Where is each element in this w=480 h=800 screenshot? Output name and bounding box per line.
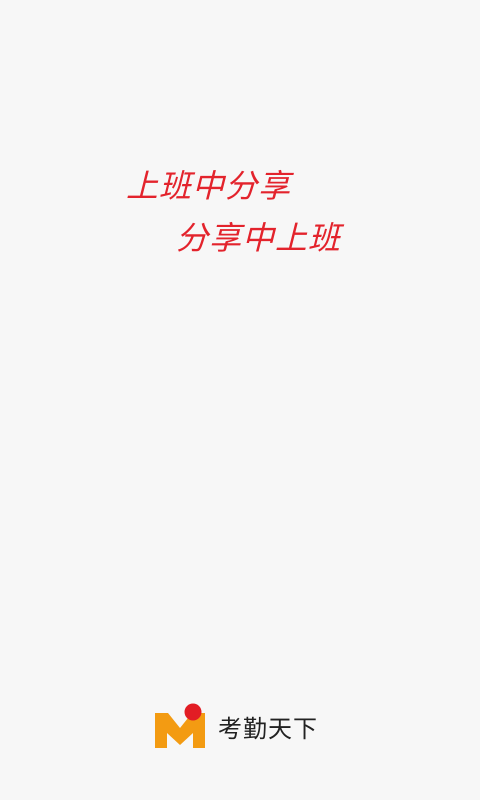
splash-screen: 上班中分享 分享中上班 考勤天下: [0, 0, 480, 800]
slogan-line-1: 上班中分享: [126, 167, 292, 205]
logo-red-dot: [184, 703, 202, 721]
brand-lockup: 考勤天下: [154, 703, 318, 749]
slogan-line-2: 分享中上班: [176, 219, 342, 257]
brand-m-logo-icon: [155, 703, 205, 748]
brand-name: 考勤天下: [218, 714, 318, 743]
